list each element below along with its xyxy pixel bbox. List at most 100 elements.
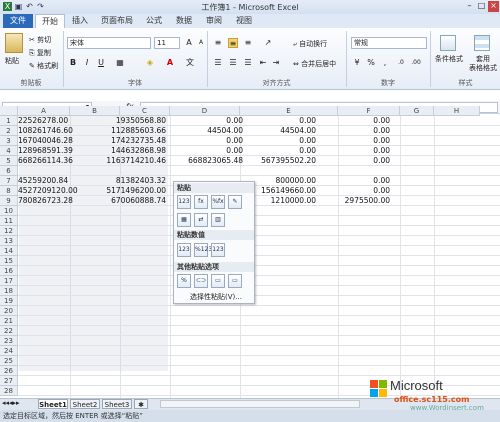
- decrease-indent-icon[interactable]: ⇤: [258, 58, 268, 68]
- table-format-button[interactable]: 套用 表格格式: [468, 54, 498, 74]
- format-painter-button[interactable]: ✎ 格式刷: [28, 60, 59, 72]
- cell-a4[interactable]: 128968591.39: [18, 146, 73, 156]
- cell-d8[interactable]: 156149660.00: [245, 186, 318, 196]
- row-header[interactable]: 25: [0, 356, 18, 366]
- other-option-icon[interactable]: ▭: [228, 274, 242, 288]
- percent-icon[interactable]: %: [366, 58, 376, 68]
- bold-button[interactable]: B: [68, 58, 78, 68]
- increase-decimal-icon[interactable]: .0: [396, 58, 406, 68]
- cell-e1[interactable]: 0.00: [318, 116, 392, 126]
- row-header[interactable]: 21: [0, 316, 18, 326]
- row-header[interactable]: 18: [0, 286, 18, 296]
- cell-a2[interactable]: 108261746.60: [18, 126, 73, 136]
- cut-button[interactable]: ✂ 剪切: [28, 34, 52, 46]
- cell-a9[interactable]: 780826723.28: [18, 196, 73, 206]
- cell-d5[interactable]: 567395502.20: [245, 156, 318, 166]
- underline-button[interactable]: U: [96, 58, 106, 68]
- other-option-icon[interactable]: ⊂⊃: [194, 274, 208, 288]
- tab-insert[interactable]: 插入: [68, 14, 92, 28]
- values-option-icon[interactable]: 123: [177, 243, 191, 257]
- cell-c2[interactable]: 44504.00: [168, 126, 245, 136]
- row-header[interactable]: 10: [0, 206, 18, 216]
- cell-a7[interactable]: 45259200.84: [18, 176, 70, 186]
- row-header[interactable]: 2: [0, 126, 18, 136]
- other-option-icon[interactable]: %: [177, 274, 191, 288]
- phonetic-icon[interactable]: 文: [185, 58, 195, 68]
- cell-b3[interactable]: 174232735.48: [70, 136, 168, 146]
- tab-review[interactable]: 审阅: [202, 14, 226, 28]
- decrease-decimal-icon[interactable]: .00: [411, 58, 421, 68]
- paste-option-icon[interactable]: ▦: [177, 213, 191, 227]
- cell-e5[interactable]: 0.00: [318, 156, 392, 166]
- row-header[interactable]: 19: [0, 296, 18, 306]
- select-all-corner[interactable]: [0, 106, 18, 116]
- paste-button[interactable]: 粘贴: [4, 55, 20, 67]
- row-header[interactable]: 23: [0, 336, 18, 346]
- row-header[interactable]: 26: [0, 366, 18, 376]
- column-header-c[interactable]: C: [120, 106, 170, 116]
- copy-button[interactable]: ⎘ 复制: [28, 47, 52, 59]
- align-bottom-icon[interactable]: ≡: [243, 38, 253, 48]
- row-header[interactable]: 22: [0, 326, 18, 336]
- increase-indent-icon[interactable]: ⇥: [271, 58, 281, 68]
- values-option-icon[interactable]: %123: [194, 243, 212, 257]
- insert-sheet-icon[interactable]: ✱: [134, 399, 148, 409]
- row-header[interactable]: 28: [0, 386, 18, 396]
- column-header-h[interactable]: H: [434, 106, 480, 116]
- column-header-e[interactable]: E: [240, 106, 338, 116]
- cell-a1[interactable]: 22526278.00: [18, 116, 70, 126]
- cell-d4[interactable]: 0.00: [245, 146, 318, 156]
- column-header-d[interactable]: D: [170, 106, 240, 116]
- tab-home[interactable]: 开始: [35, 14, 65, 28]
- row-header[interactable]: 1: [0, 116, 18, 126]
- other-option-icon[interactable]: ▭: [211, 274, 225, 288]
- orientation-icon[interactable]: ↗: [263, 38, 273, 48]
- row-header[interactable]: 16: [0, 266, 18, 276]
- row-header[interactable]: 27: [0, 376, 18, 386]
- number-format-select[interactable]: 常规: [351, 37, 427, 49]
- sheet-tab-3[interactable]: Sheet3: [102, 399, 132, 409]
- tab-data[interactable]: 数据: [172, 14, 196, 28]
- cell-e3[interactable]: 0.00: [318, 136, 392, 146]
- cell-e7[interactable]: 0.00: [318, 176, 392, 186]
- paste-option-icon[interactable]: ⇄: [194, 213, 208, 227]
- currency-icon[interactable]: ¥: [352, 58, 362, 68]
- align-left-icon[interactable]: ☰: [213, 58, 223, 68]
- grow-font-icon[interactable]: A: [184, 38, 194, 48]
- cell-c5[interactable]: 668823065.48: [168, 156, 245, 166]
- row-header[interactable]: 8: [0, 186, 18, 196]
- align-right-icon[interactable]: ☰: [243, 58, 253, 68]
- cell-a5[interactable]: 668266114.36: [18, 156, 73, 166]
- row-header[interactable]: 12: [0, 226, 18, 236]
- cell-e9[interactable]: 2975500.00: [318, 196, 392, 206]
- paste-option-icon[interactable]: 123: [177, 195, 191, 209]
- font-name-select[interactable]: 宋体: [67, 37, 151, 49]
- row-header[interactable]: 13: [0, 236, 18, 246]
- cell-a3[interactable]: 167040046.28: [18, 136, 73, 146]
- cell-e8[interactable]: 0.00: [318, 186, 392, 196]
- row-header[interactable]: 15: [0, 256, 18, 266]
- cell-a8[interactable]: 4527209120.00: [18, 186, 78, 196]
- cell-b5[interactable]: 1163714210.46: [70, 156, 168, 166]
- comma-icon[interactable]: ,: [380, 58, 390, 68]
- values-option-icon[interactable]: 123: [211, 243, 225, 257]
- tab-file[interactable]: 文件: [3, 14, 33, 28]
- cell-e2[interactable]: 0.00: [318, 126, 392, 136]
- column-header-g[interactable]: G: [400, 106, 434, 116]
- cell-d2[interactable]: 44504.00: [245, 126, 318, 136]
- row-header[interactable]: 5: [0, 156, 18, 166]
- column-header-b[interactable]: B: [70, 106, 120, 116]
- merge-center-button[interactable]: ⇔ 合并后居中: [292, 58, 337, 70]
- cell-e4[interactable]: 0.00: [318, 146, 392, 156]
- horizontal-scrollbar[interactable]: [160, 400, 360, 408]
- conditional-format-button[interactable]: 条件格式: [434, 54, 464, 65]
- align-center-icon[interactable]: ☰: [228, 58, 238, 68]
- paste-option-icon[interactable]: ✎: [228, 195, 242, 209]
- tab-formulas[interactable]: 公式: [142, 14, 166, 28]
- shrink-font-icon[interactable]: A: [196, 38, 206, 48]
- row-header[interactable]: 20: [0, 306, 18, 316]
- border-icon[interactable]: ▦: [115, 58, 125, 68]
- cell-c4[interactable]: 0.00: [168, 146, 245, 156]
- tab-view[interactable]: 视图: [232, 14, 256, 28]
- sheet-nav-icon[interactable]: ◂◂◂▸▸: [2, 399, 20, 407]
